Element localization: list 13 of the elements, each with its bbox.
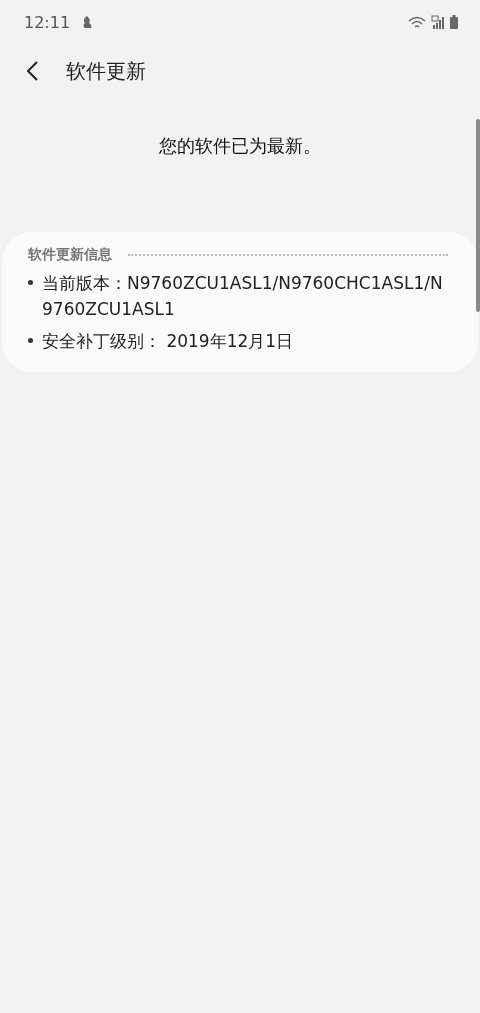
status-time: 12:11 [24, 12, 71, 32]
back-icon [26, 61, 38, 81]
status-message: 您的软件已为最新。 [158, 134, 322, 158]
section-title: 软件更新信息 [28, 246, 112, 264]
page-title: 软件更新 [66, 57, 146, 85]
bullet-icon [28, 280, 33, 285]
notification-icon [81, 15, 94, 29]
wifi-icon [408, 15, 426, 29]
info-text: 安全补丁级别： 2019年12月1日 [42, 330, 294, 353]
bullet-icon [28, 338, 33, 343]
info-text: 当前版本：N9760ZCU1ASL1/N9760CHC1ASL1/N9760ZCU1ASL1 [42, 272, 444, 321]
battery-icon [450, 15, 458, 29]
signal-icon [431, 15, 445, 29]
